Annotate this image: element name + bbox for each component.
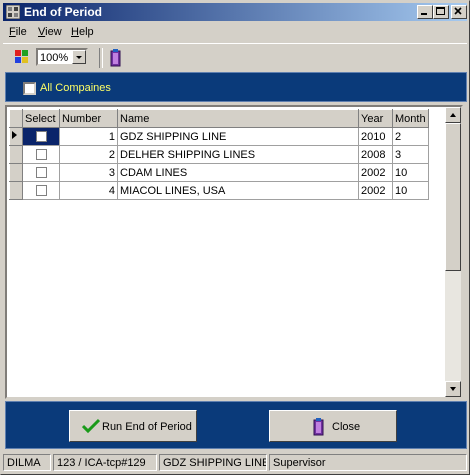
row-month: 10 [392, 163, 429, 182]
grid-header-row: Select Number Name Year Month [9, 109, 429, 128]
row-year: 2002 [358, 163, 393, 182]
row-year: 2002 [358, 181, 393, 200]
row-select-checkbox[interactable] [35, 185, 47, 197]
arrow-up-icon [450, 113, 456, 117]
companies-grid: Select Number Name Year Month 1 GDZ SHIP… [5, 105, 463, 399]
title-bar[interactable]: End of Period [3, 3, 467, 21]
row-number: 1 [59, 127, 118, 146]
scroll-up-button[interactable] [445, 107, 461, 123]
scroll-thumb[interactable] [445, 123, 461, 271]
row-month: 2 [392, 127, 429, 146]
row-name: CDAM LINES [117, 163, 359, 182]
status-company: GDZ SHIPPING LINE [159, 454, 267, 471]
row-select-checkbox[interactable] [35, 149, 47, 161]
row-indicator [9, 145, 23, 164]
table-row[interactable]: 3 CDAM LINES 2002 10 [9, 163, 429, 182]
toolbar-separator [99, 48, 103, 68]
zoom-value: 100% [40, 52, 69, 64]
table-row[interactable]: 1 GDZ SHIPPING LINE 2010 2 [9, 127, 429, 146]
door-exit-icon[interactable] [109, 49, 123, 67]
minimize-icon [421, 13, 427, 15]
column-header-select[interactable]: Select [22, 109, 60, 128]
door-exit-icon [313, 418, 324, 436]
row-select-checkbox[interactable] [35, 131, 47, 143]
column-header-year[interactable]: Year [358, 109, 393, 128]
action-panel: Run End of Period Close [5, 401, 467, 449]
menu-bar: File View Help [3, 23, 467, 41]
row-year: 2010 [358, 127, 393, 146]
status-user: DILMA [3, 454, 51, 471]
arrow-down-icon [450, 387, 456, 391]
row-name: DELHER SHIPPING LINES [117, 145, 359, 164]
scroll-down-button[interactable] [445, 381, 461, 397]
app-window: End of Period File View Help 100% All Co… [0, 0, 470, 475]
colorgrid-icon[interactable] [15, 50, 29, 64]
window-title: End of Period [24, 5, 102, 19]
row-pointer-icon [12, 131, 17, 139]
vertical-scrollbar[interactable] [445, 107, 461, 397]
row-number: 3 [59, 163, 118, 182]
row-number: 4 [59, 181, 118, 200]
chevron-down-icon[interactable] [72, 50, 86, 64]
zoom-select[interactable]: 100% [36, 48, 88, 66]
grid-table: Select Number Name Year Month 1 GDZ SHIP… [9, 109, 429, 200]
column-header-month[interactable]: Month [392, 109, 429, 128]
row-select-cell[interactable] [22, 145, 60, 164]
row-select-checkbox[interactable] [35, 167, 47, 179]
row-year: 2008 [358, 145, 393, 164]
menu-view[interactable]: View [38, 26, 62, 38]
all-companies-checkbox[interactable] [23, 82, 36, 95]
row-select-cell[interactable] [22, 127, 60, 146]
menu-help[interactable]: Help [71, 26, 94, 38]
row-month: 3 [392, 145, 429, 164]
row-indicator [9, 181, 23, 200]
row-select-cell[interactable] [22, 163, 60, 182]
row-month: 10 [392, 181, 429, 200]
status-bar: DILMA 123 / ICA-tcp#129 GDZ SHIPPING LIN… [3, 453, 469, 473]
minimize-button[interactable] [417, 5, 433, 19]
status-role: Supervisor [269, 454, 467, 471]
run-end-of-period-button[interactable]: Run End of Period [69, 410, 197, 442]
filter-panel: All Compaines [5, 72, 467, 102]
status-terminal: 123 / ICA-tcp#129 [53, 454, 157, 471]
checkmark-icon [82, 418, 100, 434]
column-header-number[interactable]: Number [59, 109, 118, 128]
menu-file[interactable]: File [9, 26, 27, 38]
row-number: 2 [59, 145, 118, 164]
maximize-icon [436, 7, 445, 15]
column-header-name[interactable]: Name [117, 109, 359, 128]
app-icon [6, 5, 20, 19]
row-indicator [9, 163, 23, 182]
row-select-cell[interactable] [22, 181, 60, 200]
table-row[interactable]: 2 DELHER SHIPPING LINES 2008 3 [9, 145, 429, 164]
row-indicator [9, 127, 23, 146]
maximize-button[interactable] [433, 5, 449, 19]
close-window-button[interactable] [451, 5, 467, 19]
table-row[interactable]: 4 MIACOL LINES, USA 2002 10 [9, 181, 429, 200]
close-button[interactable]: Close [269, 410, 397, 442]
row-name: GDZ SHIPPING LINE [117, 127, 359, 146]
header-indicator [9, 109, 23, 128]
toolbar: 100% [3, 43, 467, 72]
all-companies-label: All Compaines [40, 82, 111, 94]
row-name: MIACOL LINES, USA [117, 181, 359, 200]
close-icon [454, 7, 462, 15]
